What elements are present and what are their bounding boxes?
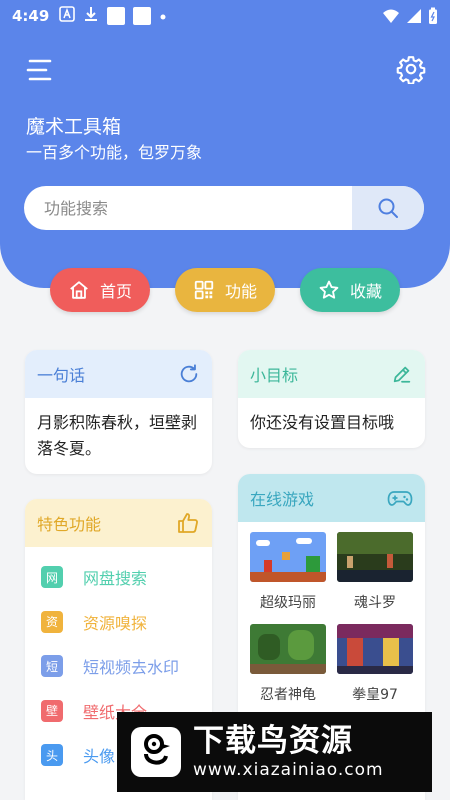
nav-functions-button[interactable]: 功能 [175,268,275,312]
header-banner: 魔术工具箱 一百多个功能，包罗万象 [0,0,450,288]
nav-favorites-label: 收藏 [349,282,382,301]
watermark-text: 下载鸟资源 www.xiazainiao.com [193,723,384,781]
status-time: 4:49 [12,7,50,25]
download-icon [83,6,99,26]
feature-label: 资源嗅探 [83,613,148,633]
star-icon [319,280,339,299]
edit-icon[interactable] [391,363,413,385]
game-thumbnail [250,532,326,582]
goal-card-header: 小目标 [238,350,425,398]
watermark-title: 下载鸟资源 [193,723,353,759]
apps-icon [194,280,214,300]
signal-icon [407,9,421,23]
goal-text: 你还没有设置目标哦 [250,413,395,432]
game-item-tmnt[interactable]: 忍者神龟 [250,624,326,716]
search-button[interactable] [352,186,424,230]
feature-item-resource-sniff[interactable]: 资 资源嗅探 [41,600,212,645]
keyboard-icon [59,6,76,26]
nav-functions-label: 功能 [224,282,257,301]
games-card-title: 在线游戏 [250,490,315,509]
goal-card: 小目标 你还没有设置目标哦 [238,350,425,448]
thumbs-up-icon [178,513,198,533]
game-name: 拳皇97 [352,687,398,703]
game-name: 忍者神龟 [260,687,316,703]
app-title: 魔术工具箱 [26,116,122,138]
feature-label: 短视频去水印 [83,658,180,678]
game-thumbnail [337,532,413,582]
game-item-kof97[interactable]: 拳皇97 [337,624,413,716]
nav-home-button[interactable]: 首页 [50,268,150,312]
notification-icon [133,7,152,25]
quote-card-title: 一句话 [37,366,86,385]
games-grid: 超级玛丽 魂斗罗 忍者神龟 拳皇97 [238,522,425,716]
feature-label: 网盘搜索 [83,569,148,589]
feature-badge: 资 [41,610,63,633]
quote-card: 一句话 月影积陈春秋，垣壁剥落冬夏。 [25,350,212,474]
quote-card-header: 一句话 [25,350,212,398]
battery-icon [429,7,437,24]
features-card-title: 特色功能 [37,515,102,534]
feature-label: 头像 [83,747,116,767]
quote-text: 月影积陈春秋，垣壁剥落冬夏。 [37,413,198,458]
feature-badge: 网 [41,566,63,589]
nav-home-label: 首页 [99,282,132,301]
feature-badge: 短 [41,655,63,678]
features-card-header: 特色功能 [25,499,212,547]
watermark-banner: 下载鸟资源 www.xiazainiao.com [117,712,432,792]
gear-icon[interactable] [396,54,426,84]
search-input[interactable] [24,186,352,230]
notification-icon [107,7,126,25]
game-item-contra[interactable]: 魂斗罗 [337,532,413,624]
game-name: 魂斗罗 [354,595,396,611]
app-subtitle: 一百多个功能，包罗万象 [26,143,203,162]
dot-icon [159,7,167,25]
feature-badge: 壁 [41,699,63,722]
feature-badge: 头 [41,744,63,767]
gamepad-icon [387,491,413,506]
status-bar: 4:49 [0,0,450,32]
wifi-icon [383,9,399,23]
game-thumbnail [337,624,413,674]
bird-logo-icon [131,727,181,777]
menu-icon[interactable] [24,56,54,84]
game-item-super-mario[interactable]: 超级玛丽 [250,532,326,624]
search-icon [378,198,398,218]
games-card-header: 在线游戏 [238,474,425,522]
feature-item-netdisk-search[interactable]: 网 网盘搜索 [41,555,212,600]
game-name: 超级玛丽 [260,595,316,611]
nav-favorites-button[interactable]: 收藏 [300,268,400,312]
home-icon [70,281,88,299]
game-thumbnail [250,624,326,674]
feature-item-watermark-remove[interactable]: 短 短视频去水印 [41,644,212,689]
refresh-icon[interactable] [178,363,200,385]
search-bar [24,186,424,230]
watermark-url: www.xiazainiao.com [193,760,384,780]
goal-card-title: 小目标 [250,366,299,385]
